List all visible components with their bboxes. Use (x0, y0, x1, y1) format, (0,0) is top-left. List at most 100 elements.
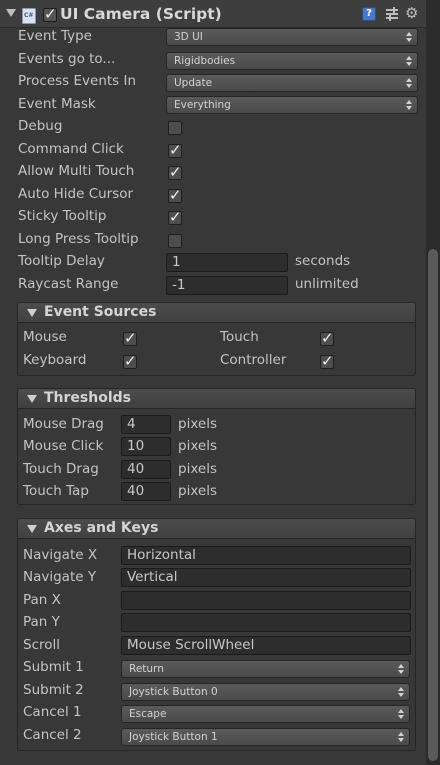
mouse-click-label: Mouse Click (23, 438, 104, 454)
scrollbar-thumb[interactable] (428, 249, 438, 761)
touch-tap-input[interactable]: 40 (121, 482, 171, 501)
help-icon[interactable]: ? (362, 7, 376, 21)
process-events-in-dropdown[interactable]: Update (166, 74, 418, 92)
process-events-in-label: Process Events In (18, 73, 137, 89)
checkmark-icon: ✓ (44, 5, 57, 23)
long-press-tooltip-checkbox[interactable] (168, 234, 182, 248)
dropdown-arrow-icon (398, 732, 404, 742)
thresholds-header[interactable]: Thresholds (17, 388, 416, 409)
collapse-arrow-icon (27, 309, 37, 317)
event-sources-title: Event Sources (44, 304, 157, 320)
checkmark-icon: ✓ (169, 186, 182, 204)
submit-2-label: Submit 2 (23, 682, 84, 698)
pan-x-input[interactable] (121, 591, 411, 610)
navigate-x-label: Navigate X (23, 547, 98, 563)
submit-2-value: Joystick Button 0 (129, 686, 218, 698)
raycast-range-label: Raycast Range (18, 276, 119, 292)
checkmark-icon: ✓ (169, 141, 182, 159)
navigate-y-input[interactable]: Vertical (121, 568, 411, 587)
keyboard-source-checkbox[interactable]: ✓ (123, 352, 137, 370)
event-mask-dropdown[interactable]: Everything (166, 96, 418, 114)
preset-icon[interactable] (385, 7, 399, 21)
event-sources-header[interactable]: Event Sources (17, 302, 416, 323)
auto-hide-cursor-label: Auto Hide Cursor (18, 186, 134, 202)
collapse-arrow-icon[interactable] (6, 9, 16, 17)
touch-tap-label: Touch Tap (23, 483, 89, 499)
dropdown-arrow-icon (398, 664, 404, 674)
tooltip-delay-input[interactable]: 1 (166, 253, 288, 272)
dropdown-arrow-icon (406, 78, 412, 88)
tooltip-delay-unit: seconds (295, 253, 351, 269)
cancel-1-dropdown[interactable]: Escape (121, 705, 410, 723)
events-go-to-value: Rigidbodies (174, 55, 236, 67)
scroll-label: Scroll (23, 637, 61, 653)
checkmark-icon: ✓ (321, 329, 334, 347)
raycast-range-input[interactable]: -1 (166, 276, 288, 295)
touch-tap-unit: pixels (178, 483, 217, 499)
long-press-tooltip-label: Long Press Tooltip (18, 231, 139, 247)
touch-drag-input[interactable]: 40 (121, 460, 171, 479)
event-type-value: 3D UI (174, 31, 203, 43)
checkmark-icon: ✓ (169, 208, 182, 226)
mouse-click-unit: pixels (178, 438, 217, 454)
axes-and-keys-title: Axes and Keys (44, 520, 159, 536)
touch-drag-label: Touch Drag (23, 461, 99, 477)
command-click-checkbox[interactable]: ✓ (168, 141, 182, 159)
checkmark-icon: ✓ (124, 329, 137, 347)
dropdown-arrow-icon (406, 56, 412, 66)
controller-source-label: Controller (220, 352, 287, 368)
pan-y-input[interactable] (121, 613, 411, 632)
sticky-tooltip-label: Sticky Tooltip (18, 208, 107, 224)
auto-hide-cursor-checkbox[interactable]: ✓ (168, 186, 182, 204)
event-mask-label: Event Mask (18, 96, 96, 112)
mouse-drag-unit: pixels (178, 416, 217, 432)
checkmark-icon: ✓ (321, 352, 334, 370)
cancel-2-label: Cancel 2 (23, 727, 82, 743)
navigate-x-input[interactable]: Horizontal (121, 546, 411, 565)
controller-source-checkbox[interactable]: ✓ (320, 352, 334, 370)
dropdown-arrow-icon (406, 32, 412, 42)
component-enabled-checkbox[interactable]: ✓ (43, 5, 57, 23)
collapse-arrow-icon (27, 525, 37, 533)
mouse-drag-input[interactable]: 4 (121, 415, 171, 434)
gear-icon[interactable]: ⚙ (405, 5, 418, 21)
debug-label: Debug (18, 118, 63, 134)
cancel-1-label: Cancel 1 (23, 704, 82, 720)
event-type-dropdown[interactable]: 3D UI (166, 28, 418, 46)
process-events-in-value: Update (174, 77, 213, 89)
events-go-to-dropdown[interactable]: Rigidbodies (166, 52, 418, 70)
event-type-label: Event Type (18, 28, 92, 44)
submit-2-dropdown[interactable]: Joystick Button 0 (121, 683, 410, 701)
events-go-to-label: Events go to... (18, 51, 116, 67)
touch-source-label: Touch (220, 329, 259, 345)
component-title: UI Camera (Script) (60, 5, 222, 23)
pan-y-label: Pan Y (23, 614, 60, 630)
touch-source-checkbox[interactable]: ✓ (320, 329, 334, 347)
dropdown-arrow-icon (398, 687, 404, 697)
sticky-tooltip-checkbox[interactable]: ✓ (168, 208, 182, 226)
thresholds-title: Thresholds (44, 390, 131, 406)
cancel-1-value: Escape (129, 708, 167, 720)
submit-1-value: Return (129, 663, 164, 675)
dropdown-arrow-icon (398, 709, 404, 719)
touch-drag-unit: pixels (178, 461, 217, 477)
cancel-2-value: Joystick Button 1 (129, 731, 218, 743)
submit-1-dropdown[interactable]: Return (121, 660, 410, 678)
collapse-arrow-icon (27, 395, 37, 403)
dropdown-arrow-icon (406, 100, 412, 110)
scroll-input[interactable]: Mouse ScrollWheel (121, 636, 411, 655)
navigate-y-label: Navigate Y (23, 569, 97, 585)
mouse-source-checkbox[interactable]: ✓ (123, 329, 137, 347)
csharp-script-icon (22, 8, 36, 24)
debug-checkbox[interactable] (168, 121, 182, 135)
checkmark-icon: ✓ (169, 163, 182, 181)
event-mask-value: Everything (174, 99, 231, 111)
component-header: ✓ UI Camera (Script) ? ⚙ (0, 0, 426, 28)
mouse-click-input[interactable]: 10 (121, 437, 171, 456)
cancel-2-dropdown[interactable]: Joystick Button 1 (121, 728, 410, 746)
allow-multi-touch-checkbox[interactable]: ✓ (168, 163, 182, 181)
axes-and-keys-header[interactable]: Axes and Keys (17, 518, 416, 539)
allow-multi-touch-label: Allow Multi Touch (18, 163, 135, 179)
keyboard-source-label: Keyboard (23, 352, 87, 368)
mouse-drag-label: Mouse Drag (23, 416, 104, 432)
